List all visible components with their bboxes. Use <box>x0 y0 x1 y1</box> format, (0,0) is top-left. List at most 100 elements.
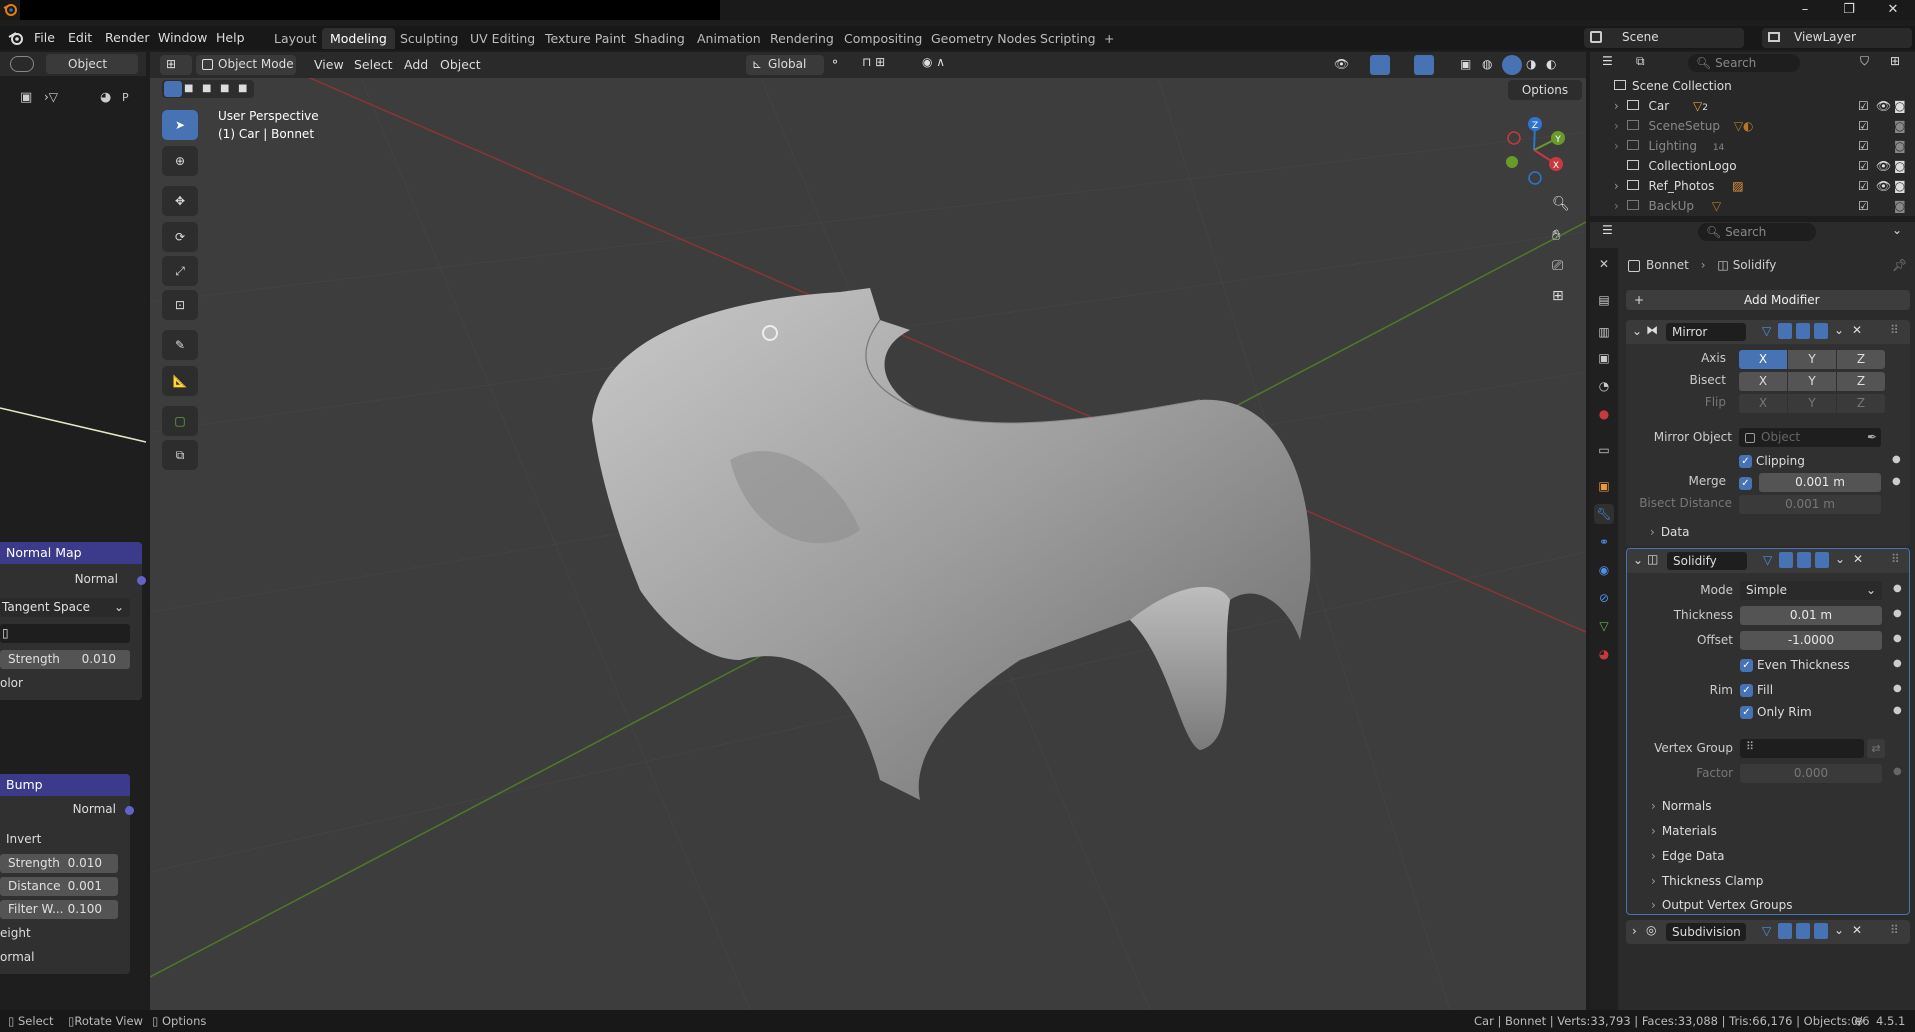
ortho-grid-icon[interactable]: ⊞ <box>1552 288 1564 304</box>
solid-shading-icon[interactable] <box>1502 55 1522 75</box>
bump-node-header[interactable]: Bump <box>0 774 130 796</box>
invert-vertex-group-icon[interactable]: ⇄ <box>1867 739 1885 758</box>
only-rim-checkbox[interactable]: ✓ Only Rim <box>1740 703 1812 722</box>
menu-select[interactable]: Select <box>354 55 393 75</box>
drag-handle-icon[interactable]: ⠿ <box>1890 323 1899 337</box>
bump-filter-field[interactable]: Filter W... 0.100 <box>0 900 118 919</box>
outliner-search[interactable]: 🔍︎ Search <box>1688 54 1800 72</box>
select-invert-icon[interactable]: ■ <box>220 83 229 94</box>
axis-z-toggle[interactable]: Z <box>1837 350 1885 369</box>
even-thickness-checkbox[interactable]: ✓ Even Thickness <box>1740 656 1850 675</box>
menu-help[interactable]: Help <box>216 26 245 50</box>
render-toggle-icon[interactable] <box>1814 323 1828 339</box>
bisect-y-toggle[interactable]: Y <box>1788 372 1836 391</box>
edit-mode-toggle-icon[interactable]: ▽ <box>1763 553 1772 567</box>
camera-view-icon[interactable]: ⎚ <box>1552 258 1563 274</box>
menu-view[interactable]: View <box>314 55 344 75</box>
particles-tab-icon[interactable]: ⚭ <box>1594 532 1614 552</box>
tab-scripting[interactable]: Scripting <box>1032 28 1104 49</box>
options-button[interactable]: Options <box>1508 80 1582 100</box>
eye-icon[interactable]: 👁 <box>1876 156 1891 176</box>
flip-x-toggle[interactable]: X <box>1739 394 1787 413</box>
node-world-icon[interactable]: ◕ <box>100 90 111 105</box>
pin-icon[interactable]: 📌︎ <box>1892 255 1907 275</box>
edit-mode-toggle-icon[interactable]: ▽ <box>1762 924 1771 938</box>
extra-tool[interactable]: ⧉ <box>162 440 198 470</box>
exclude-checkbox-icon[interactable]: ☑ <box>1858 196 1869 216</box>
select-subtract-icon[interactable]: ■ <box>202 83 211 94</box>
render-toggle-icon[interactable] <box>1814 923 1828 939</box>
close-modifier-icon[interactable]: ✕ <box>1852 923 1862 937</box>
viewport-toggle-icon[interactable] <box>1796 323 1810 339</box>
cage-toggle-icon[interactable] <box>1778 323 1792 339</box>
keyframe-dot-icon[interactable]: ● <box>1893 633 1902 644</box>
eyedropper-icon[interactable]: ✒ <box>1867 428 1877 447</box>
select-box-tool[interactable]: ➤ <box>162 110 198 140</box>
output-vertex-groups-subpanel[interactable]: › Output Vertex Groups <box>1651 898 1792 912</box>
proportional-edit-icon[interactable]: ◉ ∧ <box>922 55 962 75</box>
chevron-down-icon[interactable]: ⌄ <box>1834 923 1844 937</box>
outliner-row-collectionlogo[interactable]: › CollectionLogo ☑ 👁 ◙ <box>1614 156 1910 176</box>
outliner-row-scenesetup[interactable]: › SceneSetup ▽◐ ☑ ◙ <box>1614 116 1910 136</box>
uv-map-field[interactable]: ▯ <box>0 624 130 643</box>
tab-shading[interactable]: Shading <box>626 28 693 49</box>
bump-distance-field[interactable]: Distance 0.001 <box>0 877 118 896</box>
menu-add[interactable]: Add <box>404 55 428 75</box>
transform-orientation-dropdown[interactable]: ⊾ Global <box>746 55 824 75</box>
drag-handle-icon[interactable]: ⠿ <box>1891 552 1900 566</box>
add-cube-tool[interactable]: ▢ <box>162 406 198 436</box>
edit-mode-toggle-icon[interactable]: ▽ <box>1762 324 1771 338</box>
strength-field[interactable]: Strength 0.010 <box>0 650 130 669</box>
data-tab-icon[interactable]: ▽ <box>1594 616 1614 636</box>
collection-tab-icon[interactable]: ▭ <box>1594 440 1614 460</box>
move-tool[interactable]: ✥ <box>162 186 198 216</box>
tab-rendering[interactable]: Rendering <box>762 28 842 49</box>
scale-tool[interactable]: ⤢ <box>162 256 198 286</box>
keyframe-dot-icon[interactable]: ● <box>1893 683 1902 694</box>
outliner-row-ref-photos[interactable]: › Ref_Photos ▨ ☑ 👁 ◙ <box>1614 176 1910 196</box>
merge-distance-field[interactable]: 0.001 m <box>1759 473 1881 492</box>
materials-subpanel[interactable]: › Materials <box>1651 824 1717 838</box>
render-tab-icon[interactable]: ▤ <box>1594 290 1614 310</box>
thickness-clamp-subpanel[interactable]: › Thickness Clamp <box>1651 874 1763 888</box>
render-camera-icon[interactable]: ◙ <box>1894 136 1906 156</box>
editor-type-button[interactable]: ⊞ <box>160 55 192 75</box>
merge-checkbox[interactable]: ✓ <box>1739 477 1752 490</box>
normal-output-socket[interactable] <box>137 576 146 585</box>
mirror-object-field[interactable]: Object ✒ <box>1739 428 1881 447</box>
flip-z-toggle[interactable]: Z <box>1837 394 1885 413</box>
chevron-down-icon[interactable]: ⌄ <box>1835 552 1845 566</box>
world-tab-icon[interactable]: ● <box>1594 404 1614 424</box>
exclude-checkbox-icon[interactable]: ☑ <box>1858 116 1869 136</box>
tab-uv-editing[interactable]: UV Editing <box>462 28 543 49</box>
properties-search[interactable]: 🔍︎ Search <box>1698 223 1816 241</box>
keyframe-dot-icon[interactable]: ● <box>1892 454 1901 465</box>
annotate-tool[interactable]: ✎ <box>162 330 198 360</box>
pan-hand-icon[interactable]: ✋︎ <box>1552 226 1561 244</box>
subdivision-modifier-header[interactable]: › ◎ Subdivision ▽ ⌄ ✕ ⠿ <box>1626 920 1910 944</box>
output-tab-icon[interactable]: ▥ <box>1594 322 1614 342</box>
modifier-tab-icon[interactable]: 🔧︎ <box>1594 504 1614 524</box>
transform-tool[interactable]: ⊡ <box>162 290 198 320</box>
gizmo-toggle-icon[interactable] <box>1370 55 1390 75</box>
tab-animation[interactable]: Animation <box>689 28 769 49</box>
bisect-distance-field[interactable]: 0.001 m <box>1739 495 1881 514</box>
solidify-modifier-header[interactable]: ⌄ ◫ Solidify ▽ ⌄ ✕ ⠿ <box>1627 549 1909 573</box>
close-button[interactable]: ✕ <box>1876 0 1910 20</box>
properties-editor-icon[interactable]: ☰ <box>1602 223 1613 237</box>
data-subpanel[interactable]: › Data <box>1650 525 1689 539</box>
select-intersect-icon[interactable]: ■ <box>238 83 247 94</box>
keyframe-dot-icon[interactable]: ● <box>1893 705 1902 716</box>
rendered-shading-icon[interactable]: ◐ <box>1546 57 1556 71</box>
normal-map-node[interactable]: Normal Map Normal Tangent Space ⌄ ▯ Stren… <box>0 542 146 700</box>
close-modifier-icon[interactable]: ✕ <box>1853 552 1863 566</box>
render-camera-icon[interactable]: ◙ <box>1894 96 1906 116</box>
exclude-checkbox-icon[interactable]: ☑ <box>1858 136 1869 156</box>
collapse-arrow-icon[interactable]: ⌄ <box>1632 324 1642 338</box>
normals-subpanel[interactable]: › Normals <box>1651 799 1711 813</box>
keyframe-dot-icon[interactable]: ● <box>1893 766 1902 777</box>
new-collection-icon[interactable]: ⊞ <box>1890 54 1900 68</box>
add-modifier-button[interactable]: + Add Modifier <box>1626 290 1910 310</box>
subdivision-name-field[interactable]: Subdivision <box>1666 923 1746 941</box>
scene-collection-row[interactable]: Scene Collection <box>1614 76 1732 96</box>
